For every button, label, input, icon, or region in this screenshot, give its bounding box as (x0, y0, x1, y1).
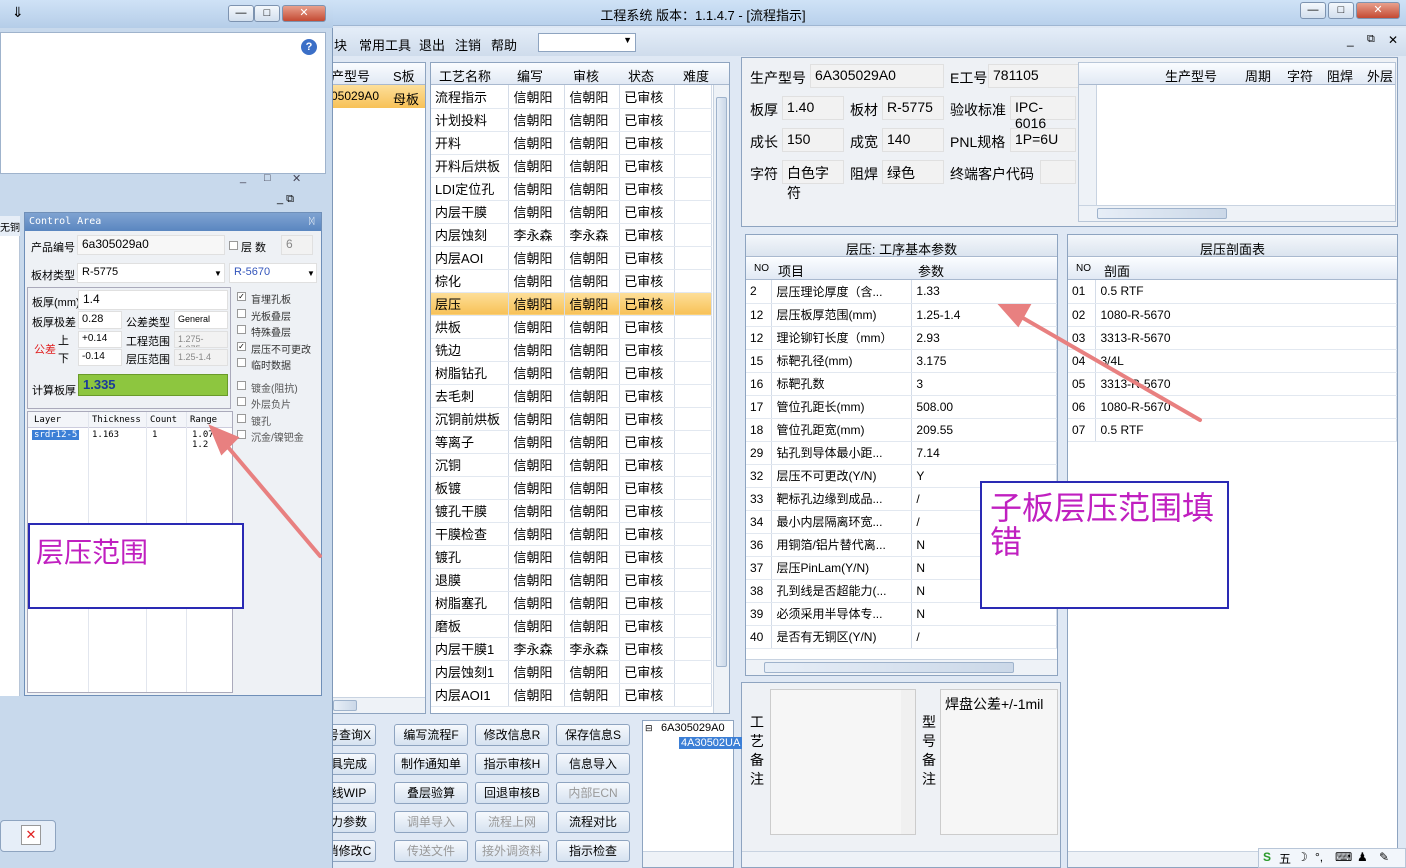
annotation-arrows (208, 304, 1202, 558)
ime-tray: S 五 ☽ °, ⌨ ♟ ✎ (1258, 848, 1406, 868)
arrow-left (220, 438, 322, 558)
wrench-icon[interactable]: ✎ (1379, 850, 1389, 864)
ime-icon[interactable]: S (1263, 850, 1271, 864)
punctuation-icon[interactable]: °, (1315, 850, 1323, 864)
user-icon[interactable]: ♟ (1357, 850, 1368, 864)
keyboard-icon[interactable]: ⌨ (1335, 850, 1352, 864)
arrow-right-head (997, 304, 1032, 328)
ime-mode-icon[interactable]: 五 (1279, 850, 1291, 867)
moon-icon[interactable]: ☽ (1297, 850, 1308, 864)
arrow-right (1014, 312, 1202, 422)
arrow-left-head (208, 424, 240, 456)
